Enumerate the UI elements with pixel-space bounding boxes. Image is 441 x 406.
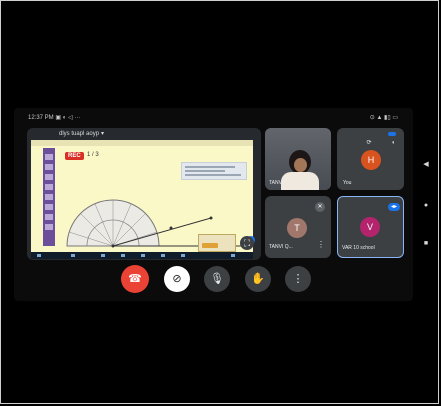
tools-panel bbox=[181, 162, 247, 180]
taskbar-icon bbox=[121, 254, 125, 257]
slide-thumbnail bbox=[45, 174, 53, 180]
audio-icon: ◖ bbox=[391, 140, 395, 146]
switch-camera-icon[interactable]: ⟳ bbox=[365, 139, 373, 147]
taskbar-icon bbox=[181, 254, 185, 257]
participant-tile-student[interactable]: TANVI bbox=[265, 128, 331, 190]
slide-thumbnail bbox=[45, 154, 53, 160]
slide-thumbnail bbox=[45, 214, 53, 220]
fullscreen-icon[interactable]: ⛶ bbox=[240, 236, 254, 250]
taskbar-icon bbox=[141, 254, 145, 257]
status-right-icons: ⊙ ▲ ▮▯ ▭ bbox=[369, 115, 398, 121]
taskbar-icon bbox=[161, 254, 165, 257]
tools-row bbox=[185, 174, 241, 176]
answer-button bbox=[202, 243, 218, 248]
mic-off-icon: ✕ bbox=[315, 202, 325, 212]
slide-thumbnail bbox=[45, 184, 53, 190]
shared-slide: REC 1 / 3 bbox=[31, 140, 255, 252]
speaking-indicator: ◂▸ bbox=[388, 203, 400, 211]
mic-button[interactable]: 🎙 bbox=[204, 266, 230, 292]
participant-name: TANVI Q... bbox=[269, 244, 293, 250]
tools-row bbox=[185, 166, 235, 168]
taskbar-icon bbox=[101, 254, 105, 257]
screen-share-tile[interactable]: dlys tuapl aoyp ▾ REC 1 / 3 bbox=[27, 128, 261, 260]
speaking-indicator bbox=[388, 132, 396, 136]
hang-up-button[interactable]: ☎ bbox=[121, 265, 149, 293]
answer-popup bbox=[198, 234, 236, 252]
slide-thumbnail bbox=[45, 164, 53, 170]
slide-page-count: 1 / 3 bbox=[87, 152, 99, 158]
taskbar-icon bbox=[71, 254, 75, 257]
status-time: 12:37 PM ▣ ◐ ◁ ··· bbox=[28, 115, 81, 121]
presenter-title[interactable]: dlys tuapl aoyp ▾ bbox=[59, 130, 104, 137]
taskbar-icon bbox=[231, 254, 235, 257]
status-bar: 12:37 PM ▣ ◐ ◁ ··· ⊙ ▲ ▮▯ ▭ bbox=[16, 112, 406, 122]
participant-name: TANVI bbox=[269, 180, 284, 186]
slide-toolbar bbox=[31, 140, 253, 146]
slide-thumbnail bbox=[45, 224, 53, 230]
nav-back-icon[interactable]: ◀ bbox=[421, 160, 431, 168]
status-left-icons: ▣ ◐ ◁ ··· bbox=[55, 115, 81, 121]
participant-name: You bbox=[343, 180, 352, 186]
nav-recents-icon[interactable]: ■ bbox=[421, 240, 431, 247]
chevron-down-icon: ▾ bbox=[101, 131, 105, 137]
shared-taskbar bbox=[31, 252, 253, 259]
nav-home-icon[interactable]: ● bbox=[421, 202, 431, 209]
participant-tile-you[interactable]: ⟳ ◖ H You bbox=[337, 128, 404, 190]
recording-badge: REC bbox=[65, 152, 84, 160]
slide-thumbnail bbox=[45, 194, 53, 200]
participant-name: VAR 10 school bbox=[342, 245, 375, 251]
participant-face bbox=[294, 158, 307, 172]
slide-thumbnail bbox=[45, 204, 53, 210]
avatar: V bbox=[360, 217, 380, 237]
slide-thumbnail-strip bbox=[43, 148, 55, 246]
raise-hand-button[interactable]: ✋ bbox=[245, 266, 271, 292]
avatar: T bbox=[287, 218, 307, 238]
avatar: H bbox=[361, 150, 381, 170]
tools-row bbox=[185, 170, 225, 172]
participant-tile-v[interactable]: ◂▸ V VAR 10 school bbox=[337, 196, 404, 258]
camera-off-button[interactable]: ⊘ bbox=[164, 266, 190, 292]
more-options-button[interactable]: ⋮ bbox=[285, 266, 311, 292]
taskbar-icon bbox=[37, 254, 41, 257]
participant-body bbox=[281, 172, 319, 190]
participant-tile-t[interactable]: ✕ T TANVI Q... ⋮ bbox=[265, 196, 331, 258]
more-vert-icon[interactable]: ⋮ bbox=[317, 240, 325, 249]
